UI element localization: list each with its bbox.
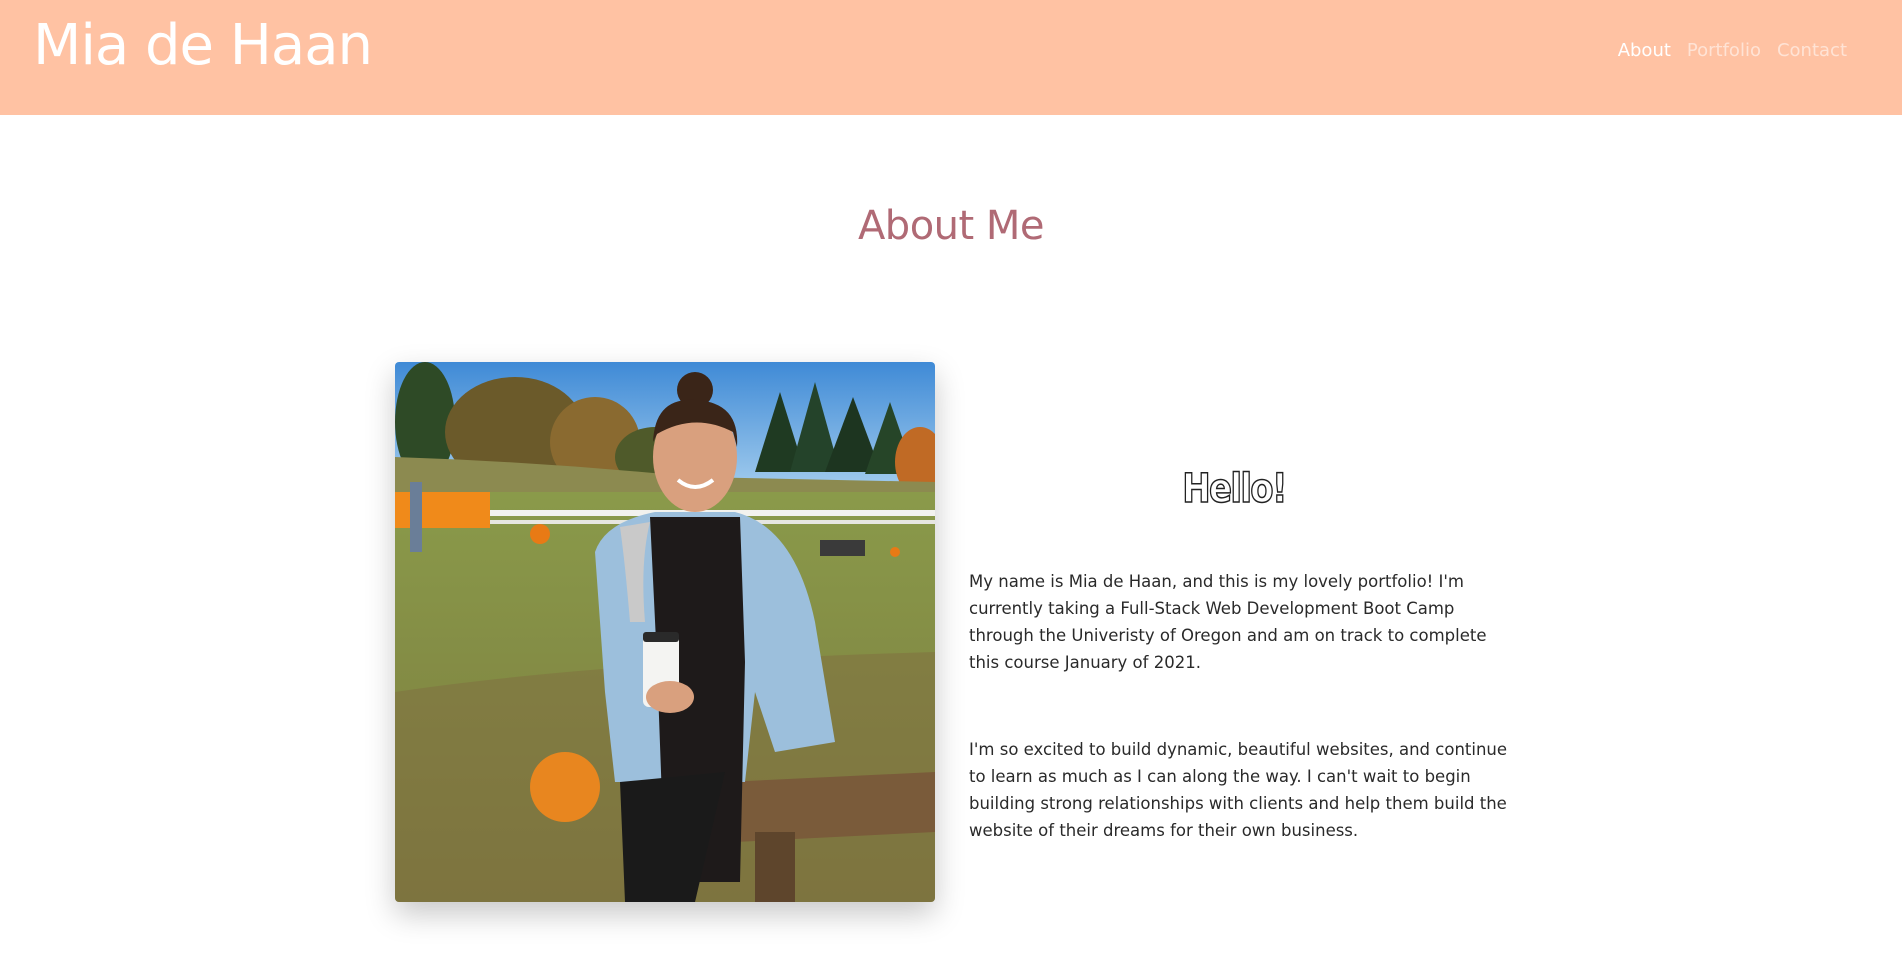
- main-nav: About Portfolio Contact: [1618, 40, 1847, 61]
- hello-heading: Hello!: [1182, 465, 1288, 513]
- nav-link-contact[interactable]: Contact: [1777, 40, 1847, 61]
- nav-link-about[interactable]: About: [1618, 40, 1671, 61]
- profile-photo: [395, 362, 935, 902]
- page-title: About Me: [857, 203, 1045, 249]
- nav-link-portfolio[interactable]: Portfolio: [1687, 40, 1761, 61]
- goals-paragraph: I'm so excited to build dynamic, beautif…: [969, 740, 1508, 840]
- site-title[interactable]: Mia de Haan: [33, 6, 373, 86]
- intro-paragraph: My name is Mia de Haan, and this is my l…: [969, 572, 1487, 672]
- site-header: Mia de Haan About Portfolio Contact: [0, 0, 1902, 115]
